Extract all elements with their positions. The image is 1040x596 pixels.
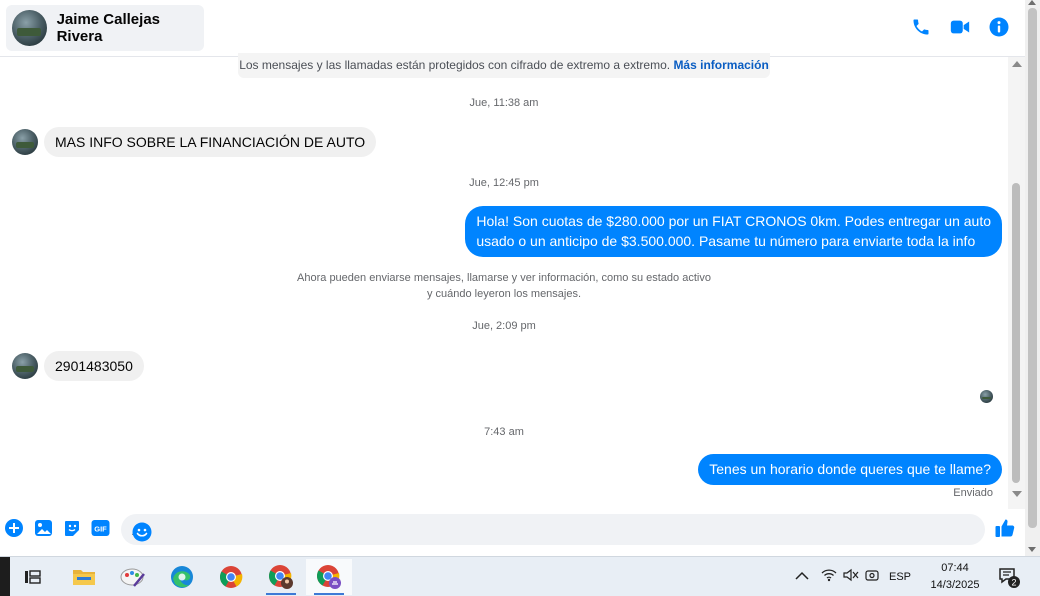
header-actions <box>911 17 1009 37</box>
video-call-icon[interactable] <box>949 17 971 37</box>
sender-avatar <box>12 353 38 379</box>
sticker-icon[interactable] <box>63 519 81 542</box>
windows-taskbar: ESP 07:44 14/3/2025 2 <box>0 556 1040 596</box>
system-clock[interactable]: 07:44 14/3/2025 <box>920 560 990 594</box>
clock-date: 14/3/2025 <box>930 579 980 591</box>
running-indicator <box>266 593 296 595</box>
page-scrollbar[interactable] <box>1025 0 1040 556</box>
scroll-down-arrow-icon[interactable] <box>1012 491 1022 497</box>
contact-name: Jaime Callejas Rivera <box>56 11 160 45</box>
outgoing-message-line: usado o un anticipo de $3.500.000. Pasam… <box>476 233 976 249</box>
encryption-notice-text: Los mensajes y las llamadas están proteg… <box>239 58 671 72</box>
camera-privacy-icon[interactable] <box>865 568 879 587</box>
scroll-up-arrow-icon[interactable] <box>1012 61 1022 67</box>
timestamp: Jue, 12:45 pm <box>469 177 539 189</box>
like-thumbs-up-icon[interactable] <box>994 517 1016 544</box>
system-message-line: Ahora pueden enviarse mensajes, llamarse… <box>297 272 711 284</box>
incoming-message[interactable]: MAS INFO SOBRE LA FINANCIACIÓN DE AUTO <box>44 127 377 157</box>
seen-avatar <box>980 390 993 403</box>
timestamp: Jue, 2:09 pm <box>472 320 536 332</box>
timestamp: Jue, 11:38 am <box>469 97 539 109</box>
messenger-window: Jaime Callejas Rivera Los mensajes y las… <box>0 0 1040 596</box>
contact-profile-button[interactable]: Jaime Callejas Rivera <box>6 5 204 51</box>
system-message-line: y cuándo leyeron los mensajes. <box>426 288 582 300</box>
chat-scrollbar[interactable] <box>1008 57 1025 509</box>
page-scrollbar-thumb[interactable] <box>1028 8 1037 528</box>
volume-muted-icon[interactable] <box>843 568 859 587</box>
contact-avatar <box>12 10 47 46</box>
conversation-header: Jaime Callejas Rivera <box>0 0 1025 57</box>
outgoing-message[interactable]: Tenes un horario donde queres que te lla… <box>698 454 1002 485</box>
outgoing-message[interactable]: Hola! Son cuotas de $280.000 por un FIAT… <box>465 206 1002 257</box>
gif-icon-label: GIF <box>94 525 107 534</box>
message-input[interactable]: Aa <box>121 514 985 545</box>
notifications-icon[interactable]: 2 <box>998 567 1022 594</box>
system-message: Ahora pueden enviarse mensajes, llamarse… <box>0 270 1008 302</box>
chrome-browser-icon[interactable] <box>208 559 254 595</box>
paint-app-icon[interactable] <box>110 559 156 595</box>
more-info-link[interactable]: Más información <box>673 58 768 72</box>
outgoing-message-line: Hola! Son cuotas de $280.000 por un FIAT… <box>476 213 991 229</box>
input-language[interactable]: ESP <box>889 571 911 583</box>
file-explorer-icon[interactable] <box>61 559 107 595</box>
taskbar-left-edge <box>0 557 10 596</box>
seen-indicator-avatar <box>980 390 993 403</box>
message-composer: GIF Aa <box>0 509 1025 556</box>
task-view-icon[interactable] <box>10 559 56 595</box>
wifi-icon[interactable] <box>821 568 837 587</box>
timestamp: 7:43 am <box>484 426 524 438</box>
page-scroll-down-icon[interactable] <box>1028 547 1036 552</box>
incoming-message-row: 2901483050 <box>12 351 144 381</box>
chrome-profile-icon[interactable] <box>258 559 304 595</box>
page-scroll-up-icon[interactable] <box>1028 0 1036 5</box>
chrome-incognito-icon[interactable] <box>306 559 352 595</box>
gif-icon[interactable]: GIF <box>91 519 110 542</box>
notification-count: 2 <box>1011 578 1016 588</box>
incoming-message[interactable]: 2901483050 <box>44 351 144 381</box>
clock-time: 07:44 <box>941 562 969 574</box>
edge-browser-icon[interactable] <box>159 559 205 595</box>
voice-call-icon[interactable] <box>911 17 931 37</box>
active-indicator <box>314 593 344 595</box>
photo-attach-icon[interactable] <box>34 519 53 542</box>
show-hidden-icons-chevron-icon[interactable] <box>795 568 809 586</box>
encryption-notice: Los mensajes y las llamadas están proteg… <box>238 53 770 78</box>
system-tray: ESP <box>795 557 911 596</box>
sent-status: Enviado <box>953 487 993 499</box>
more-actions-plus-icon[interactable] <box>5 519 23 542</box>
emoji-icon[interactable] <box>132 522 977 545</box>
sender-avatar <box>12 129 38 155</box>
scrollbar-thumb[interactable] <box>1012 183 1020 483</box>
incoming-message-row: MAS INFO SOBRE LA FINANCIACIÓN DE AUTO <box>12 127 377 157</box>
conversation-info-icon[interactable] <box>989 17 1009 37</box>
message-list: Los mensajes y las llamadas están proteg… <box>0 53 1008 509</box>
